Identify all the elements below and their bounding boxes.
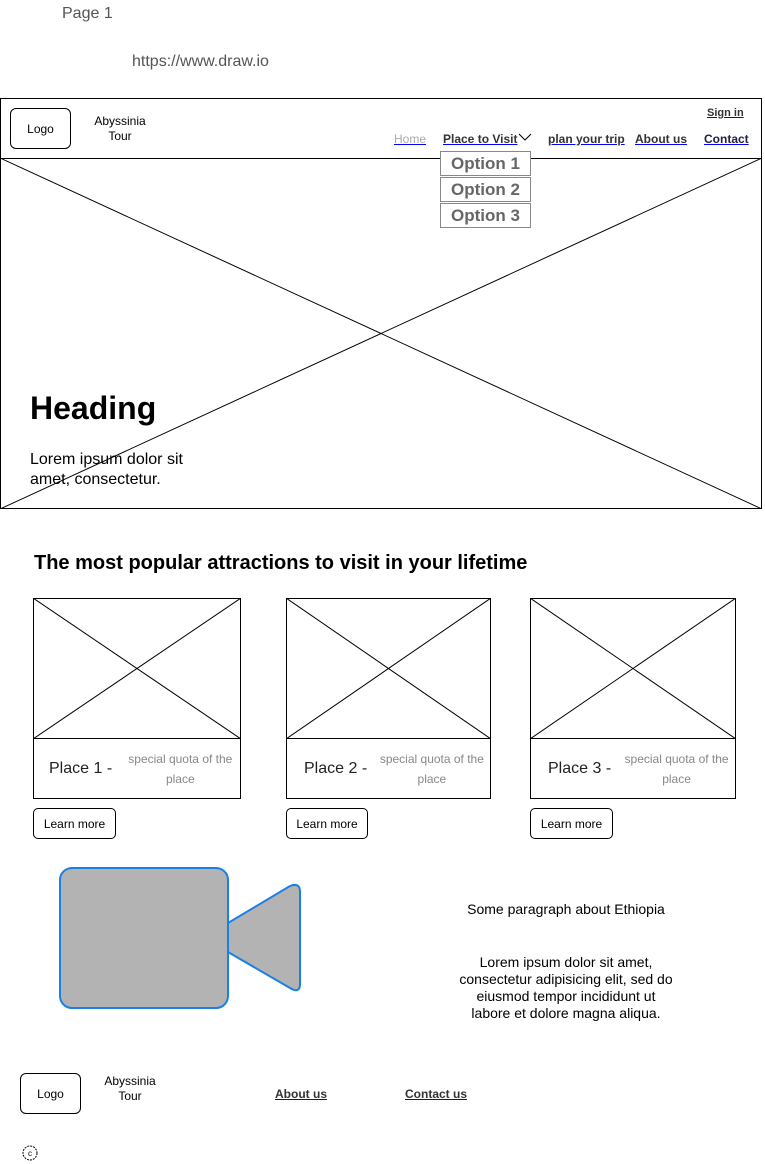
- footer-about-link[interactable]: About us: [275, 1087, 327, 1101]
- header-logo[interactable]: Logo: [10, 108, 71, 149]
- attractions-title: The most popular attractions to visit in…: [34, 552, 528, 574]
- attraction-image-placeholder: [530, 598, 736, 739]
- footer-contact-link[interactable]: Contact us: [405, 1087, 467, 1101]
- footer-logo[interactable]: Logo: [20, 1073, 81, 1114]
- video-camera-icon[interactable]: [58, 866, 304, 1012]
- about-title: Some paragraph about Ethiopia: [467, 901, 665, 917]
- nav-home[interactable]: Home: [394, 132, 426, 146]
- brand-line: Tour: [118, 1089, 142, 1103]
- learn-more-button[interactable]: Learn more: [286, 808, 368, 839]
- about-paragraph: Lorem ipsum dolor sit amet, consectetur a…: [440, 954, 692, 1022]
- hero-text-line: amet, consectetur.: [30, 471, 161, 488]
- footer-brand: Abyssinia Tour: [95, 1074, 165, 1104]
- about-line: Lorem ipsum dolor sit amet,: [479, 954, 653, 970]
- about-line: consectetur adipisicing elit, sed do: [459, 971, 673, 987]
- attraction-image-placeholder: [33, 598, 241, 739]
- page-url: https://www.draw.io: [132, 53, 269, 70]
- brand-line: Tour: [108, 129, 132, 143]
- nav-contact[interactable]: Contact: [704, 132, 749, 146]
- attraction-image-placeholder: [286, 598, 491, 739]
- place-quota: special quota of the place: [624, 751, 729, 786]
- place-name: Place 3 -: [548, 759, 612, 777]
- place-name: Place 2 -: [304, 759, 368, 777]
- attraction-caption: Place 3 - special quota of the place: [530, 738, 736, 799]
- nav-place-to-visit[interactable]: Place to Visit: [443, 132, 517, 146]
- hero-text-line: Lorem ipsum dolor sit: [30, 451, 183, 468]
- page-label: Page 1: [62, 5, 113, 22]
- copyright-icon: c: [22, 1145, 38, 1161]
- hero-heading: Heading: [30, 390, 157, 426]
- svg-text:c: c: [28, 1149, 32, 1158]
- dropdown-option-3[interactable]: Option 3: [440, 203, 531, 228]
- nav-plan-trip[interactable]: plan your trip: [548, 132, 625, 146]
- hero-text: Lorem ipsum dolor sit amet, consectetur.: [30, 450, 183, 490]
- about-line: labore et dolore magna aliqua.: [471, 1005, 661, 1021]
- attraction-caption: Place 2 - special quota of the place: [286, 738, 491, 799]
- brand-line: Abyssinia: [94, 114, 146, 128]
- nav-about[interactable]: About us: [635, 132, 687, 146]
- place-quota: special quota of the place: [379, 751, 484, 786]
- about-line: eiusmod tempor incididunt ut: [476, 988, 656, 1004]
- dropdown-option-2[interactable]: Option 2: [440, 177, 531, 202]
- sign-in-link[interactable]: Sign in: [707, 107, 744, 119]
- chevron-down-icon[interactable]: [518, 133, 532, 142]
- place-name: Place 1 -: [49, 759, 113, 777]
- brand-line: Abyssinia: [104, 1074, 156, 1088]
- header-brand: Abyssinia Tour: [85, 114, 155, 144]
- learn-more-button[interactable]: Learn more: [530, 808, 613, 839]
- place-quota: special quota of the place: [128, 751, 233, 786]
- attraction-caption: Place 1 - special quota of the place: [33, 738, 241, 799]
- dropdown-option-1[interactable]: Option 1: [440, 151, 531, 176]
- learn-more-button[interactable]: Learn more: [33, 808, 116, 839]
